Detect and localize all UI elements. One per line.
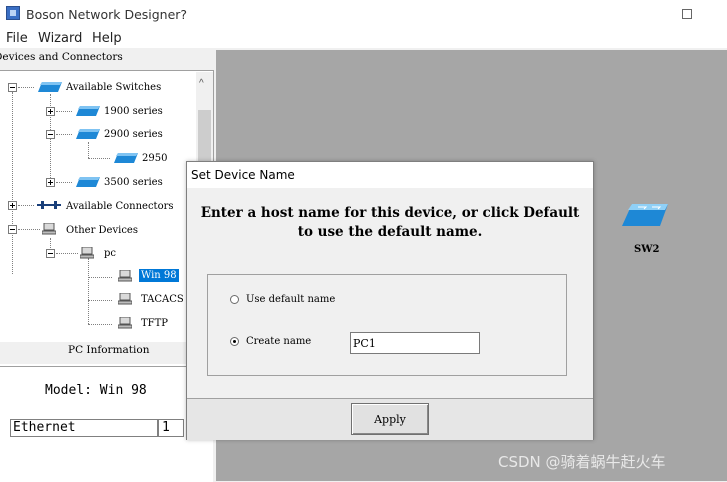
create-name-label[interactable]: Create name [246,336,311,347]
menu-bar: File Wizard Help [0,28,727,48]
dialog-titlebar: Set Device Name [187,162,593,188]
expand-3500-toggle[interactable] [46,178,55,187]
tree-item-pc[interactable]: pc [104,248,116,259]
pc-info-box: Model: Win 98 Ethernet 1 [0,366,213,482]
collapse-pc-toggle[interactable] [46,249,55,258]
tree-line [88,277,112,278]
switch-icon [76,106,100,116]
pc-icon [118,317,132,329]
devices-panel: Devices and Connectors ^ Available Switc… [0,48,215,482]
devices-panel-header: Devices and Connectors [0,48,213,68]
tree-item-2900-series[interactable]: 2900 series [104,129,163,140]
create-name-radio[interactable] [230,337,239,346]
scroll-up-icon[interactable]: ^ [199,78,204,89]
dialog-title: Set Device Name [191,168,295,182]
tree-line [18,87,34,88]
tree-line [18,205,34,206]
use-default-radio[interactable] [230,295,239,304]
pc-icon [118,293,132,305]
tree-item-tacacs[interactable]: TACACS [141,294,185,305]
tree-line [88,300,112,301]
menu-file[interactable]: File [6,31,28,46]
tree-item-available-connectors[interactable]: Available Connectors [66,201,174,212]
tree-line [18,229,40,230]
collapse-2900-toggle[interactable] [46,130,55,139]
expand-1900-toggle[interactable] [46,107,55,116]
host-name-input[interactable] [350,332,480,354]
sw2-label: SW2 [634,244,660,255]
devices-panel-title: Devices and Connectors [0,51,123,63]
apply-button[interactable]: Apply [351,403,429,435]
tree-item-available-switches[interactable]: Available Switches [66,82,161,93]
dialog-message: Enter a host name for this device, or cl… [200,205,580,240]
collapse-other-devices-toggle[interactable] [8,225,17,234]
tree-line [12,92,13,274]
tree-item-2950[interactable]: 2950 [142,153,167,164]
window-titlebar: Boson Network Designer? [0,0,727,28]
set-device-name-dialog: Set Device Name Enter a host name for th… [186,161,594,440]
window-title: Boson Network Designer? [26,7,188,22]
ethernet-count: 1 [158,419,184,437]
tree-item-3500-series[interactable]: 3500 series [104,177,163,188]
tree-item-win98[interactable]: Win 98 [139,269,179,282]
tree-item-other-devices[interactable]: Other Devices [66,225,138,236]
menu-wizard[interactable]: Wizard [38,31,82,46]
use-default-label[interactable]: Use default name [246,294,335,305]
tree-line [56,182,72,183]
tree-line [56,253,78,254]
switch-icon [76,177,100,187]
tree-line [88,158,110,159]
connector-icon [37,201,61,209]
switch-icon [114,153,138,163]
switch-icon [76,129,100,139]
app-icon [6,6,20,20]
switch-icon [38,82,62,92]
name-options-group [207,274,567,376]
pc-icon [80,247,94,259]
watermark: CSDN @骑着蜗牛赶火车 [498,453,666,471]
tree-item-tftp[interactable]: TFTP [141,318,168,329]
collapse-switches-toggle[interactable] [8,83,17,92]
tree-line [88,258,89,324]
tree-line [56,134,72,135]
menu-help[interactable]: Help [92,31,122,46]
switch-icon[interactable] [622,202,668,228]
pc-icon [118,270,132,282]
expand-connectors-toggle[interactable] [8,201,17,210]
ethernet-label: Ethernet [10,419,158,437]
tree-line [56,111,72,112]
tree-line [88,324,112,325]
model-text: Model: Win 98 [45,383,147,398]
tree-line [88,142,89,158]
tree-item-1900-series[interactable]: 1900 series [104,106,163,117]
pc-info-title: PC Information [68,344,150,356]
pc-info-header: PC Information [0,342,213,364]
maximize-icon[interactable] [682,9,692,19]
pc-icon [42,223,56,235]
